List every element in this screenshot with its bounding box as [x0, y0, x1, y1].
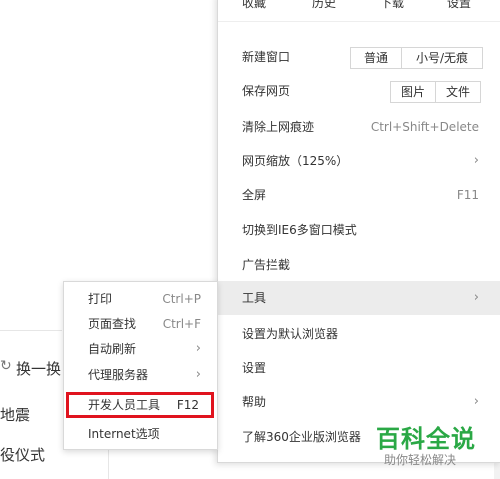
- save-file-button[interactable]: 文件: [435, 82, 480, 102]
- menu-item-label: 设置为默认浏览器: [242, 327, 339, 341]
- news-item-2[interactable]: 役仪式: [0, 444, 45, 465]
- new-window-normal-button[interactable]: 普通: [351, 48, 401, 68]
- new-window-private-button[interactable]: 小号/无痕: [401, 48, 482, 68]
- menu-divider: [218, 21, 500, 22]
- new-window-buttons: 普通 小号/无痕: [350, 47, 483, 69]
- submenu-item-label: 打印: [88, 292, 113, 306]
- shortcut-label: Ctrl+F: [162, 317, 201, 331]
- submenu-item-label: Internet选项: [88, 427, 160, 441]
- chevron-right-icon: ›: [195, 341, 201, 356]
- downloads-button[interactable]: 下载: [380, 0, 404, 11]
- menu-item-label: 新建窗口: [242, 50, 291, 64]
- shortcut-label: Ctrl+Shift+Delete: [370, 120, 479, 134]
- menu-item-zoom[interactable]: 网页缩放（125%） ›: [218, 144, 500, 178]
- menu-item-new-window: 新建窗口 普通 小号/无痕: [218, 40, 500, 74]
- submenu-item-print[interactable]: 打印 Ctrl+P: [64, 286, 217, 312]
- chevron-right-icon: ›: [473, 153, 479, 168]
- submenu-item-label: 自动刷新: [88, 342, 137, 356]
- watermark: 百科全说 助你轻松解决: [372, 419, 490, 473]
- history-button[interactable]: 历史: [312, 0, 336, 11]
- menu-item-fullscreen[interactable]: 全屏 F11: [218, 178, 500, 212]
- refresh-link[interactable]: 换一换: [16, 358, 61, 379]
- menu-top-row: 收藏 历史 下载 设置: [218, 0, 500, 18]
- submenu-item-proxy[interactable]: 代理服务器 ›: [64, 362, 217, 388]
- menu-item-label: 网页缩放（125%）: [242, 154, 349, 168]
- menu-item-ad-block[interactable]: 广告拦截: [218, 248, 500, 282]
- menu-item-ie6-mode[interactable]: 切换到IE6多窗口模式: [218, 213, 500, 247]
- menu-item-set-default[interactable]: 设置为默认浏览器: [218, 317, 500, 351]
- save-image-button[interactable]: 图片: [391, 82, 435, 102]
- page-divider: [0, 330, 62, 331]
- favorites-button[interactable]: 收藏: [242, 0, 266, 11]
- menu-item-label: 工具: [242, 291, 267, 305]
- submenu-item-auto-refresh[interactable]: 自动刷新 ›: [64, 336, 217, 362]
- submenu-item-internet-options[interactable]: Internet选项: [64, 421, 217, 447]
- highlight-box: [66, 392, 214, 418]
- submenu-item-find[interactable]: 页面查找 Ctrl+F: [64, 311, 217, 337]
- menu-item-clear-traces[interactable]: 清除上网痕迹 Ctrl+Shift+Delete: [218, 110, 500, 144]
- save-page-buttons: 图片 文件: [390, 81, 481, 103]
- menu-item-help[interactable]: 帮助 ›: [218, 385, 500, 419]
- watermark-title: 百科全说: [376, 425, 476, 453]
- submenu-item-label: 代理服务器: [88, 368, 149, 382]
- menu-item-label: 广告拦截: [242, 258, 291, 272]
- menu-item-label: 帮助: [242, 395, 267, 409]
- menu-item-label: 设置: [242, 361, 267, 375]
- tools-submenu: 打印 Ctrl+P 页面查找 Ctrl+F 自动刷新 › 代理服务器 › 开发人…: [63, 281, 218, 450]
- shortcut-label: F11: [456, 188, 479, 202]
- news-item-1[interactable]: 地震: [0, 404, 30, 425]
- menu-item-label: 了解360企业版浏览器: [242, 430, 361, 444]
- shortcut-label: Ctrl+P: [162, 292, 201, 306]
- browser-main-menu: 收藏 历史 下载 设置 新建窗口 普通 小号/无痕 保存网页 图片 文件 清除上…: [217, 0, 500, 463]
- menu-item-settings[interactable]: 设置: [218, 351, 500, 385]
- watermark-subtitle: 助你轻松解决: [384, 453, 457, 467]
- refresh-icon[interactable]: ↻: [0, 358, 12, 374]
- submenu-item-label: 页面查找: [88, 317, 137, 331]
- chevron-right-icon: ›: [473, 394, 479, 409]
- chevron-right-icon: ›: [195, 367, 201, 382]
- menu-item-label: 清除上网痕迹: [242, 120, 315, 134]
- menu-item-label: 切换到IE6多窗口模式: [242, 223, 357, 237]
- menu-item-label: 保存网页: [242, 84, 291, 98]
- settings-top-button[interactable]: 设置: [447, 0, 471, 11]
- chevron-right-icon: ›: [473, 290, 479, 305]
- menu-item-save-page: 保存网页 图片 文件: [218, 74, 500, 108]
- menu-item-tools[interactable]: 工具 ›: [218, 281, 500, 315]
- menu-item-label: 全屏: [242, 188, 267, 202]
